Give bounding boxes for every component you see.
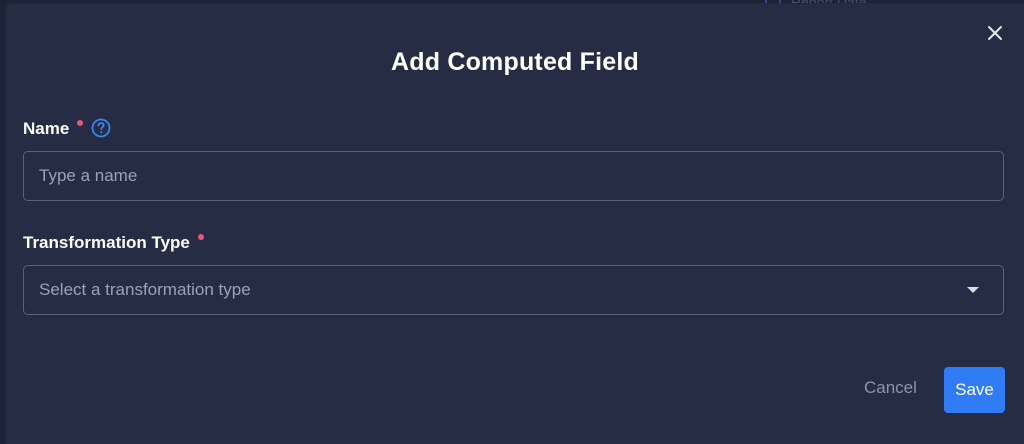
required-indicator: [77, 120, 84, 126]
name-label-row: Name: [23, 118, 111, 143]
required-indicator: [197, 234, 204, 240]
name-field[interactable]: [23, 151, 1004, 201]
transformation-type-placeholder: Select a transformation type: [39, 280, 251, 299]
help-circle-icon[interactable]: [91, 118, 111, 143]
close-dialog-button[interactable]: [986, 24, 1004, 42]
save-button[interactable]: Save: [944, 367, 1005, 413]
caret-down-icon: [967, 287, 979, 293]
add-computed-field-dialog: Add Computed Field Name Transformation T…: [6, 4, 1024, 444]
name-input[interactable]: [39, 166, 1003, 186]
transformation-type-select[interactable]: Select a transformation type: [23, 265, 1004, 315]
transformation-type-label: Transformation Type: [23, 233, 190, 252]
name-label: Name: [23, 119, 70, 138]
close-icon: [988, 26, 1002, 40]
cancel-button[interactable]: Cancel: [864, 378, 917, 398]
transformation-type-label-row: Transformation Type: [23, 233, 204, 253]
dialog-title: Add Computed Field: [390, 48, 640, 76]
